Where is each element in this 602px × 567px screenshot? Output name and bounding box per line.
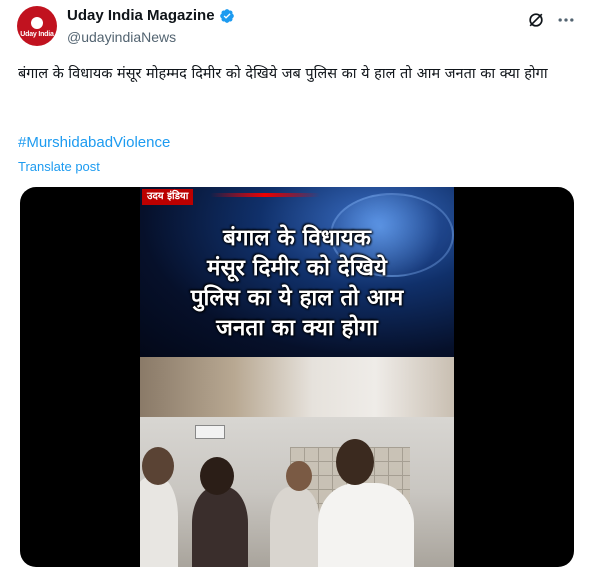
headline-line: बंगाल के विधायक xyxy=(223,225,371,251)
video-frame[interactable]: उदय इंडिया बंगाल के विधायक मंसूर दिमीर क… xyxy=(140,187,454,567)
translate-post-link[interactable]: Translate post xyxy=(18,159,100,174)
video-scene xyxy=(140,417,454,567)
hashtag-link[interactable]: #MurshidabadViolence xyxy=(18,134,170,151)
more-options-icon[interactable] xyxy=(556,10,576,30)
post-card: Uday India Uday India Magazine @udayindi… xyxy=(0,0,602,567)
video-headline: बंगाल के विधायक मंसूर दिमीर को देखिये पु… xyxy=(140,223,454,343)
avatar-label: Uday India xyxy=(20,30,54,38)
person-head xyxy=(336,439,374,485)
video-headline-panel: उदय इंडिया बंगाल के विधायक मंसूर दिमीर क… xyxy=(140,187,454,357)
grok-icon[interactable] xyxy=(526,10,546,30)
verified-badge-icon xyxy=(219,8,234,23)
author-name-row: Uday India Magazine xyxy=(67,7,235,24)
avatar[interactable]: Uday India xyxy=(17,6,57,46)
author-display-name[interactable]: Uday India Magazine xyxy=(67,7,215,24)
person-head xyxy=(142,447,174,485)
person-figure xyxy=(192,487,248,567)
headline-line: जनता का क्या होगा xyxy=(216,315,378,341)
wall-sign xyxy=(195,425,225,439)
post-text: बंगाल के विधायक मंसूर मोहम्मद दिमीर को द… xyxy=(18,66,548,82)
headline-line: मंसूर दिमीर को देखिये xyxy=(207,255,387,281)
author-handle[interactable]: @udayindiaNews xyxy=(67,29,176,45)
person-head xyxy=(286,461,312,491)
red-light-streak xyxy=(210,193,320,197)
video-media[interactable]: उदय इंडिया बंगाल के विधायक मंसूर दिमीर क… xyxy=(20,187,574,567)
logo-emblem-icon xyxy=(31,16,43,29)
person-figure xyxy=(270,487,320,567)
person-figure xyxy=(318,483,414,567)
headline-line: पुलिस का ये हाल तो आम xyxy=(190,285,404,311)
person-head xyxy=(200,457,234,495)
channel-logo: उदय इंडिया xyxy=(142,189,194,205)
video-blurred-frame xyxy=(140,357,454,417)
person-figure xyxy=(140,477,178,567)
